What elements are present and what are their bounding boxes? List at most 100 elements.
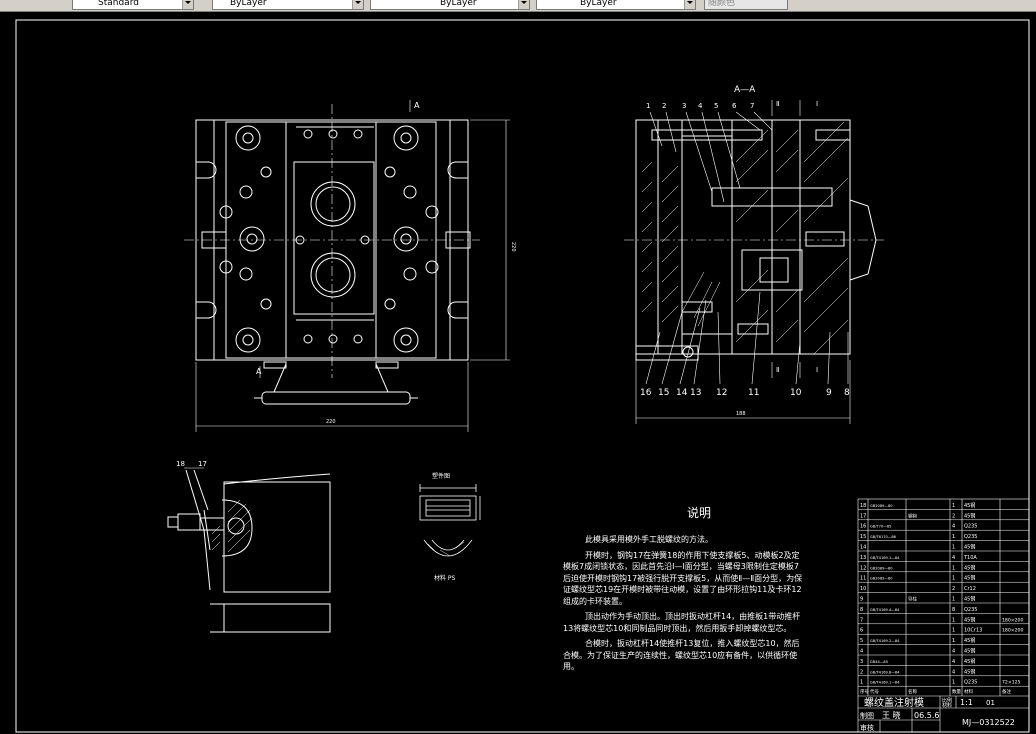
part-number-label: 4 bbox=[698, 102, 703, 110]
bom-cell-qty: 2 bbox=[952, 586, 955, 592]
designer-name: 王 晓 bbox=[882, 710, 901, 720]
bom-cell-code: GB2089—80 bbox=[870, 577, 893, 581]
plan-view bbox=[195, 119, 471, 405]
title-block: 螺纹盖注射模 比例 材料 1:1 01 制图 王 晓 06.5.6 审核 MJ—… bbox=[860, 696, 1015, 732]
bom-cell-no: 11 bbox=[860, 576, 866, 582]
part-number-label: 8 bbox=[844, 388, 850, 398]
part-number-label: 2 bbox=[662, 102, 666, 110]
linetype-combo[interactable]: ByLayer bbox=[370, 0, 530, 10]
bom-cell-note: 72×125 bbox=[1002, 680, 1021, 686]
bom-cell-code: GB/T4169.1—84 bbox=[870, 556, 900, 560]
detail-label-18: 18 bbox=[176, 460, 185, 468]
bom-cell-material: Q235 bbox=[964, 534, 977, 540]
cad-canvas[interactable]: A A 220 220 A—A 1 2 3 4 5 6 7 Ⅱ Ⅰ 16 15 … bbox=[0, 12, 1036, 734]
bom-cell-no: 2 bbox=[860, 669, 863, 675]
bom-cell-material: 10Cr13 bbox=[964, 628, 982, 634]
latch-detail-view bbox=[167, 469, 331, 633]
part-number-label: 12 bbox=[716, 388, 727, 398]
bom-cell-no: 18 bbox=[860, 503, 866, 509]
chevron-down-icon[interactable] bbox=[352, 0, 363, 9]
part-number-label: 1 bbox=[646, 102, 650, 110]
scale-value: 1:1 bbox=[960, 698, 973, 707]
bom-cell-no: 4 bbox=[860, 649, 863, 655]
bom-cell-no: 8 bbox=[860, 607, 863, 613]
chevron-down-icon[interactable] bbox=[518, 0, 529, 9]
bom-cell-no: 7 bbox=[860, 617, 863, 623]
bom-cell-no: 9 bbox=[860, 597, 863, 603]
section-mark-ii-top: Ⅱ bbox=[776, 100, 779, 108]
notes-paragraph: 顶出动作为手动顶出。顶出时扳动杠杆14，由推板1带动推杆13将螺纹型芯10和同制… bbox=[563, 612, 801, 633]
bom-cell-no: 1 bbox=[860, 680, 863, 686]
bom-cell-qty: 1 bbox=[952, 534, 955, 540]
bom-cell-no: 6 bbox=[860, 628, 863, 634]
drawing-number: MJ—0312522 bbox=[962, 718, 1015, 727]
bom-cell-qty: 1 bbox=[952, 545, 955, 551]
bom-cell-material: 45钢 bbox=[964, 544, 975, 551]
bom-cell-material: 45钢 bbox=[964, 616, 975, 623]
detail-label-17: 17 bbox=[198, 460, 207, 468]
bom-cell-qty: 1 bbox=[952, 576, 955, 582]
bom-cell-qty: 1 bbox=[952, 680, 955, 686]
bom-cell-qty: 1 bbox=[952, 565, 955, 571]
bom-cell-qty: 1 bbox=[952, 628, 955, 634]
bom-cell-material: 45钢 bbox=[964, 564, 975, 571]
text-style-value: Standard bbox=[98, 0, 139, 8]
chevron-down-icon[interactable] bbox=[182, 0, 193, 9]
bom-cell-name: 导柱 bbox=[908, 596, 917, 603]
part-number-label: 15 bbox=[658, 388, 669, 398]
dim-height-left: 220 bbox=[510, 242, 516, 252]
drawing-frame bbox=[15, 19, 1030, 733]
part-number-label: 10 bbox=[790, 388, 802, 398]
bom-cell-qty: 8 bbox=[952, 607, 955, 613]
part-number-label: 16 bbox=[640, 388, 652, 398]
bom-header-code: 代号 bbox=[870, 688, 879, 695]
bom-header-name: 名称 bbox=[908, 688, 917, 695]
bom-cell-code: GB/T4169.2—84 bbox=[870, 639, 900, 643]
notes-paragraph: 开模时，钢钩17在弹簧18的作用下使支撑板5、动模板2及定模板7成闭锁状态，因此… bbox=[563, 550, 803, 606]
bom-cell-qty: 1 bbox=[952, 597, 955, 603]
bom-cell-material: T10A bbox=[963, 555, 977, 561]
bom-cell-no: 5 bbox=[860, 638, 863, 644]
bom-cell-no: 10 bbox=[860, 586, 866, 592]
part-view-title: 塑件图 bbox=[432, 472, 450, 480]
designer-role: 制图 bbox=[860, 711, 874, 720]
bom-cell-code: GB44—85 bbox=[870, 660, 888, 664]
bom-cell-material: Q235 bbox=[964, 524, 977, 530]
bom-cell-qty: 4 bbox=[952, 649, 955, 655]
notes-body: 此模具采用模外手工脱螺纹的方法。 开模时，钢钩17在弹簧18的作用下使支撑板5、… bbox=[563, 534, 803, 677]
layer-combo[interactable]: ByLayer bbox=[212, 0, 364, 10]
part-number-label: 13 bbox=[690, 388, 701, 398]
bom-cell-code: GB2089—80 bbox=[870, 504, 893, 508]
bom-cell-no: 16 bbox=[860, 524, 866, 530]
bom-cell-no: 3 bbox=[860, 659, 863, 665]
bom-cell-code: GB/T4169.4—84 bbox=[870, 608, 900, 612]
bom-cell-no: 17 bbox=[860, 513, 866, 519]
bom-cell-material: 45钢 bbox=[964, 658, 975, 665]
bom-cell-qty: 2 bbox=[952, 513, 955, 519]
part-number-label: 11 bbox=[748, 388, 759, 398]
plot-style-combo[interactable]: 随颜色 bbox=[704, 0, 788, 10]
bom-cell-no: 13 bbox=[860, 555, 866, 561]
section-mark-ii-bottom: Ⅱ bbox=[776, 366, 779, 374]
notes-paragraph: 合模时，扳动杠杆14使推杆13复位，推入螺纹型芯10，然后合模。为了保证生产的连… bbox=[563, 639, 800, 671]
chevron-down-icon[interactable] bbox=[684, 0, 695, 9]
bom-cell-code: GB2089—80 bbox=[870, 566, 893, 570]
lineweight-value: ByLayer bbox=[580, 0, 617, 8]
part-number-label: 9 bbox=[826, 388, 832, 398]
bom-cell-qty: 1 bbox=[952, 503, 955, 509]
bom-cell-qty: 4 bbox=[952, 555, 955, 561]
bom-cell-material: Q235 bbox=[964, 680, 977, 686]
design-date: 06.5.6 bbox=[914, 711, 939, 720]
bom-rows: 18 GB2089—80 1 45钢17 钢钩 2 45钢16 GB/T70—85 4 Q2351… bbox=[858, 502, 1029, 695]
bom-cell-material: 45钢 bbox=[964, 575, 975, 582]
bom-cell-code: GB/T6170—86 bbox=[870, 535, 897, 539]
bom-cell-no: 14 bbox=[860, 545, 866, 551]
material-label: 材料 PS bbox=[434, 574, 456, 582]
bom-cell-material: 45钢 bbox=[964, 502, 975, 509]
section-title: A—A bbox=[734, 85, 756, 95]
notes-paragraph: 此模具采用模外手工脱螺纹的方法。 bbox=[585, 535, 713, 544]
text-style-combo[interactable]: Standard bbox=[72, 0, 194, 10]
bom-cell-no: 15 bbox=[860, 534, 866, 540]
cad-drawing-area[interactable]: A A 220 220 A—A 1 2 3 4 5 6 7 Ⅱ Ⅰ 16 15 … bbox=[0, 12, 1036, 734]
lineweight-combo[interactable]: ByLayer bbox=[536, 0, 696, 10]
